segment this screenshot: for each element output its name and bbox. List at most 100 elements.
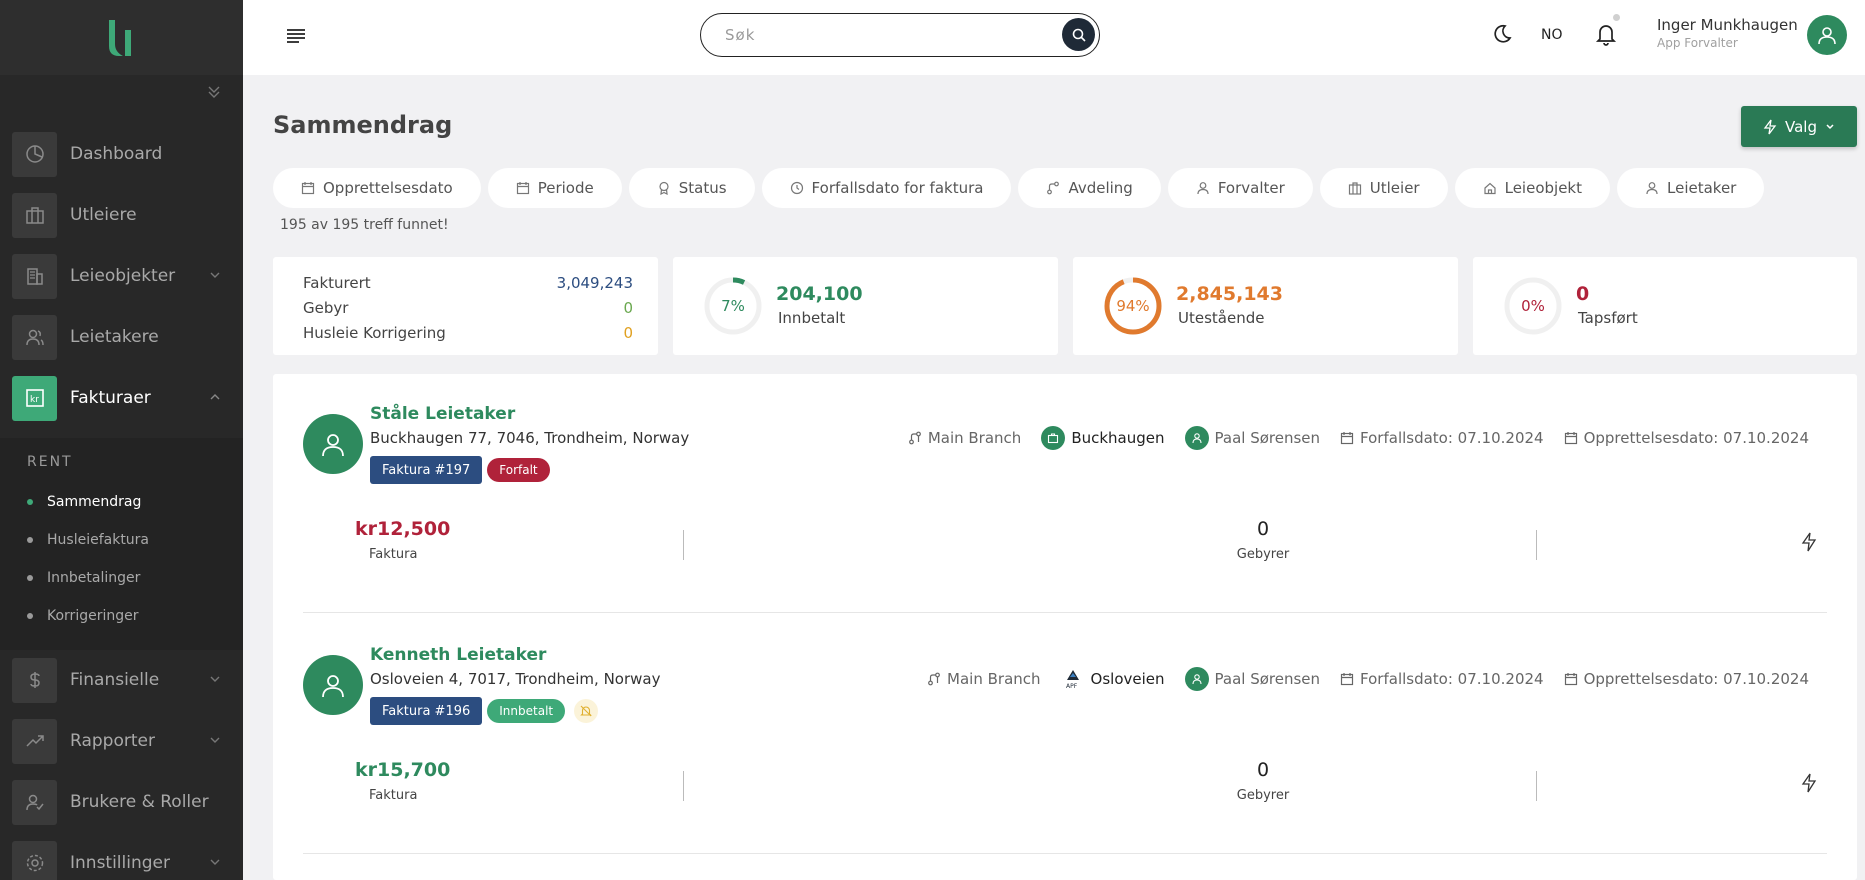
sidebar-item-rapporter[interactable]: Rapporter <box>0 712 243 770</box>
invoice-meta: Main Branch APF Osloveien Paal Sørensen … <box>927 667 1809 691</box>
dark-mode-icon[interactable] <box>1491 23 1513 45</box>
bolt-icon[interactable] <box>1801 532 1817 552</box>
invoice-card[interactable]: Kenneth Leietaker Osloveien 4, 7017, Tro… <box>303 615 1827 855</box>
invoice-amount: kr12,500 <box>355 518 451 540</box>
valg-label: Valg <box>1785 117 1817 136</box>
sidebar-item-innstillinger[interactable]: Innstillinger <box>0 834 243 880</box>
home-icon <box>1484 182 1496 195</box>
meta-manager[interactable]: Paal Sørensen <box>1184 426 1320 450</box>
submenu-item-husleiefaktura[interactable]: Husleiefaktura <box>27 532 149 548</box>
logo[interactable] <box>0 0 243 75</box>
submenu-item-sammendrag[interactable]: Sammendrag <box>27 494 141 510</box>
bullet-icon <box>27 575 33 581</box>
tenant-name[interactable]: Ståle Leietaker <box>370 404 515 424</box>
user-check-icon <box>12 779 57 825</box>
summary-label: Gebyr <box>303 299 349 317</box>
stat-label: Utestående <box>1178 309 1265 327</box>
stat-card-tapsfort: 0% 0 Tapsført <box>1473 257 1857 355</box>
language-switcher[interactable]: NO <box>1541 27 1563 43</box>
submenu-item-innbetalinger[interactable]: Innbetalinger <box>27 570 140 586</box>
chevron-down-icon <box>210 737 220 743</box>
meta-location[interactable]: APF Osloveien <box>1061 667 1165 691</box>
user-icon <box>1818 27 1836 45</box>
user-name[interactable]: Inger Munkhaugen <box>1657 16 1798 34</box>
result-count: 195 av 195 treff funnet! <box>280 217 449 233</box>
avatar[interactable] <box>1807 15 1847 55</box>
summary-value: 0 <box>623 299 633 317</box>
tenant-address: Osloveien 4, 7017, Trondheim, Norway <box>370 670 661 688</box>
filter-periode[interactable]: Periode <box>487 168 622 208</box>
filter-label: Forvalter <box>1217 179 1285 197</box>
stat-card-utestaende: 94% 2,845,143 Utestående <box>1073 257 1458 355</box>
user-icon <box>1184 667 1209 691</box>
meta-location[interactable]: Buckhaugen <box>1041 426 1165 450</box>
chevron-down-icon <box>210 676 220 682</box>
filter-status[interactable]: Status <box>628 168 755 208</box>
submenu-label: Innbetalinger <box>47 570 141 586</box>
user-icon <box>322 434 344 457</box>
building-icon <box>1041 426 1066 450</box>
calendar-icon <box>1564 432 1577 445</box>
sidebar-item-label: Utleiere <box>70 205 137 225</box>
filter-forfallsdato[interactable]: Forfallsdato for faktura <box>761 168 1012 208</box>
invoice-meta: Main Branch Buckhaugen Paal Sørensen For… <box>908 426 1809 450</box>
invoice-badges: Faktura #196 Innbetalt <box>370 697 599 725</box>
sidebar-item-leietakere[interactable]: Leietakere <box>0 308 243 366</box>
filter-leieobjekt[interactable]: Leieobjekt <box>1454 168 1610 208</box>
sidebar-item-leieobjekter[interactable]: Leieobjekter <box>0 247 243 305</box>
pie-chart-icon <box>12 131 57 177</box>
meta-due-text: Forfallsdato: 07.10.2024 <box>1360 429 1544 447</box>
invoice-list: Ståle Leietaker Buckhaugen 77, 7046, Tro… <box>273 374 1857 880</box>
bolt-icon[interactable] <box>1801 773 1817 793</box>
badge-icon <box>659 181 669 195</box>
sidebar-item-dashboard[interactable]: Dashboard <box>0 125 243 183</box>
summary-row-gebyr: Gebyr 0 <box>303 296 633 321</box>
submenu-item-korrigeringer[interactable]: Korrigeringer <box>27 608 138 624</box>
search-input[interactable]: Søk <box>725 26 755 44</box>
invoice-number-badge[interactable]: Faktura #197 <box>370 456 483 484</box>
summary-row-fakturert: Fakturert 3,049,243 <box>303 271 633 296</box>
invoice-amount-label: Faktura <box>369 547 418 562</box>
sidebar-item-label: Innstillinger <box>70 853 170 873</box>
filter-utleier[interactable]: Utleier <box>1319 168 1448 208</box>
sidebar-item-label: Finansielle <box>70 670 160 690</box>
tenant-name[interactable]: Kenneth Leietaker <box>370 645 546 665</box>
clock-icon <box>790 181 803 195</box>
bell-off-icon[interactable] <box>574 699 599 723</box>
invoice-fees-label: Gebyrer <box>1236 788 1290 803</box>
branch-icon <box>908 431 921 445</box>
valg-button[interactable]: Valg <box>1741 106 1857 147</box>
sidebar-collapse-toggle[interactable] <box>0 75 243 115</box>
invoice-badges: Faktura #197 Forfalt <box>370 456 550 484</box>
invoice-icon: kr <box>12 375 57 421</box>
bullet-icon <box>27 613 33 619</box>
svg-text:APF: APF <box>1066 683 1078 690</box>
calendar-icon <box>301 182 315 195</box>
user-icon <box>1646 182 1658 195</box>
submenu-label: Sammendrag <box>47 494 142 510</box>
calendar-icon <box>1564 673 1577 686</box>
summary-card: Fakturert 3,049,243 Gebyr 0 Husleie Korrig… <box>273 257 658 355</box>
sidebar-item-fakturaer[interactable]: kr Fakturaer <box>0 369 243 427</box>
search-button[interactable] <box>1062 18 1095 51</box>
divider <box>303 853 1827 854</box>
user-icon <box>1197 182 1209 195</box>
filter-forvalter[interactable]: Forvalter <box>1167 168 1313 208</box>
invoice-amount-label: Faktura <box>369 788 418 803</box>
meta-due-text: Forfallsdato: 07.10.2024 <box>1360 670 1544 688</box>
sidebar-item-finansielle[interactable]: Finansielle <box>0 651 243 709</box>
building-icon <box>12 192 57 238</box>
filter-leietaker[interactable]: Leietaker <box>1617 168 1765 208</box>
sidebar-item-utleiere[interactable]: Utleiere <box>0 186 243 244</box>
filter-opprettelsesdato[interactable]: Opprettelsesdato <box>273 168 481 208</box>
meta-manager[interactable]: Paal Sørensen <box>1184 667 1320 691</box>
user-icon <box>1184 426 1209 450</box>
bell-icon[interactable] <box>1595 22 1617 46</box>
menu-icon[interactable] <box>285 25 307 45</box>
filter-label: Periode <box>537 179 594 197</box>
filter-avdeling[interactable]: Avdeling <box>1018 168 1161 208</box>
invoice-number-badge[interactable]: Faktura #196 <box>370 697 483 725</box>
sidebar-item-brukere-roller[interactable]: Brukere & Roller <box>0 773 243 831</box>
invoice-card[interactable]: Ståle Leietaker Buckhaugen 77, 7046, Tro… <box>303 374 1827 614</box>
meta-location-text: Osloveien <box>1090 670 1165 688</box>
